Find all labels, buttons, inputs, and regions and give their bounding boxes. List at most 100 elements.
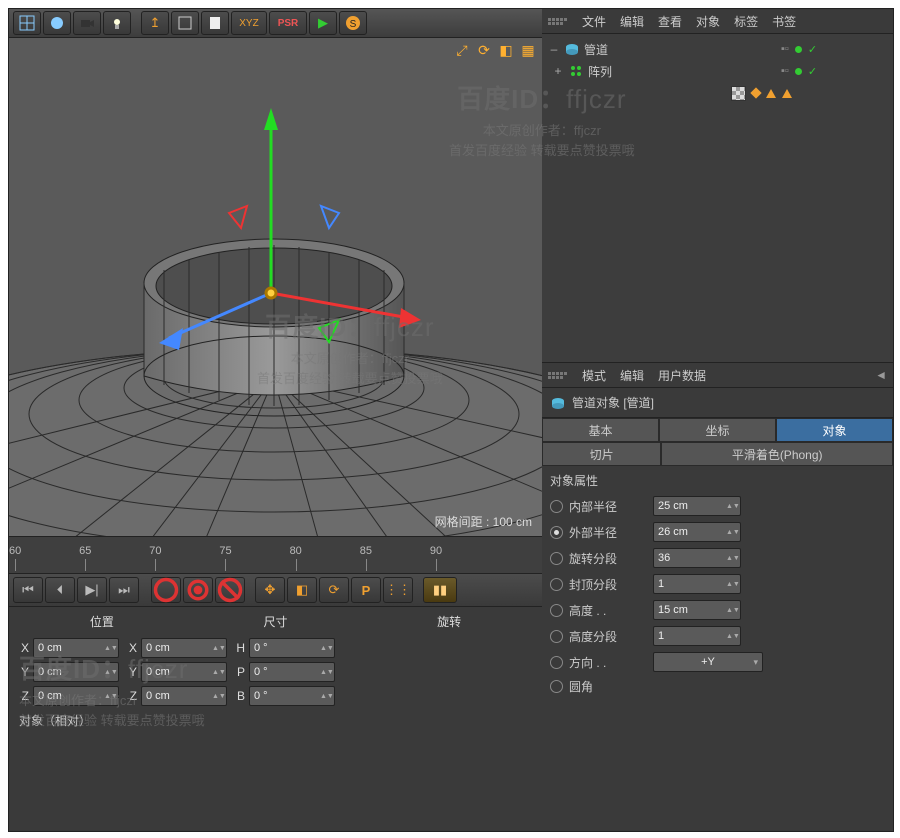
loop-button[interactable]: ⟳ (319, 577, 349, 603)
am-nav-back-icon[interactable]: ◄ (875, 368, 887, 382)
toolbar-camera-icon[interactable] (73, 11, 101, 35)
pos-z-input[interactable]: 0 cm▲▼ (33, 686, 119, 706)
attr-anim-radio[interactable] (550, 552, 563, 565)
warning-tag-icon[interactable] (766, 89, 776, 98)
playback-toolbar: ⏮ ⏴ ▶| ⏭ ✥ ◧ ⟳ P ⋮⋮ ▮▮ (9, 573, 542, 606)
coordinates-panel: 位置 尺寸 旋转 X 0 cm▲▼ X 0 cm▲▼ H 0 °▲▼ Y 0 c… (9, 606, 542, 831)
rot-h-input[interactable]: 0 °▲▼ (249, 638, 335, 658)
attr-anim-radio[interactable] (550, 630, 563, 643)
coord-mode-label[interactable]: 对象（相对） (11, 708, 540, 733)
tab-slice[interactable]: 切片 (542, 442, 661, 466)
rot-b-input[interactable]: 0 °▲▼ (249, 686, 335, 706)
height-segments-input[interactable]: 1▲▼ (653, 626, 741, 646)
keyframe-button[interactable] (183, 577, 213, 603)
am-menu-mode[interactable]: 模式 (582, 367, 606, 384)
go-start-button[interactable]: ⏮ (13, 577, 43, 603)
texture-tag-icon[interactable] (731, 86, 746, 101)
toolbar-play-icon[interactable]: ▶ (309, 11, 337, 35)
attribute-tabs: 基本 坐标 对象 切片 平滑着色(Phong) (542, 417, 893, 466)
attr-anim-radio[interactable] (550, 526, 563, 539)
move-tool-button[interactable]: ✥ (255, 577, 285, 603)
rot-p-input[interactable]: 0 °▲▼ (249, 662, 335, 682)
timeline-ruler[interactable]: 60 65 70 75 80 85 90 (9, 536, 542, 573)
viewport-3d[interactable]: ⤢ ⟳ ◧ ▦ (9, 38, 542, 536)
toolbar-view-icon[interactable] (171, 11, 199, 35)
scene-render (9, 38, 542, 536)
p-button[interactable]: P (351, 577, 381, 603)
toolbar-psr-icon[interactable]: PSR (269, 11, 307, 35)
panel-grip-icon[interactable] (548, 372, 568, 379)
am-menu-edit[interactable]: 编辑 (620, 367, 644, 384)
om-menu-object[interactable]: 对象 (696, 13, 720, 30)
svg-text:S: S (350, 19, 357, 30)
visibility-dot-icon[interactable] (795, 68, 802, 75)
tab-coord[interactable]: 坐标 (659, 418, 776, 442)
scale-tool-button[interactable]: ◧ (287, 577, 317, 603)
outer-radius-input[interactable]: 26 cm▲▼ (653, 522, 741, 542)
toolbar-maxon-icon[interactable]: S (339, 11, 367, 35)
attr-rot-segments: 旋转分段 36▲▼ (542, 545, 893, 571)
toolbar-axis-icon[interactable]: XYZ (231, 11, 267, 35)
orientation-select[interactable]: +Y (653, 652, 763, 672)
viewport-nav4-icon[interactable]: ▦ (520, 42, 536, 58)
cap-segments-input[interactable]: 1▲▼ (653, 574, 741, 594)
warning-tag-icon[interactable] (782, 89, 792, 98)
pos-x-input[interactable]: 0 cm▲▼ (33, 638, 119, 658)
size-z-input[interactable]: 0 cm▲▼ (141, 686, 227, 706)
attr-height: 高度 . . 15 cm▲▼ (542, 597, 893, 623)
attr-anim-radio[interactable] (550, 500, 563, 513)
expand-icon[interactable]: – (548, 42, 560, 56)
viewport-nav3-icon[interactable]: ◧ (498, 42, 514, 58)
am-menu-user[interactable]: 用户数据 (658, 367, 706, 384)
om-menu-bookmark[interactable]: 书签 (772, 13, 796, 30)
toolbar-light-icon[interactable] (103, 11, 131, 35)
toolbar-arrow-icon[interactable]: ↥ (141, 11, 169, 35)
attr-fillet: 圆角 (542, 675, 893, 698)
tree-row-tube[interactable]: – 管道 ▪▫ ✓ (544, 38, 891, 60)
tab-object[interactable]: 对象 (776, 418, 893, 442)
tree-row-tags[interactable] (544, 82, 891, 104)
autokey-button[interactable] (215, 577, 245, 603)
tube-icon (550, 395, 566, 411)
object-tree[interactable]: – 管道 ▪▫ ✓ + 阵列 ▪▫ (542, 34, 893, 363)
next-key-button[interactable]: ⏭ (109, 577, 139, 603)
tab-phong[interactable]: 平滑着色(Phong) (661, 442, 893, 466)
toolbar-page-icon[interactable] (201, 11, 229, 35)
film-button[interactable]: ▮▮ (423, 577, 457, 603)
tree-row-array[interactable]: + 阵列 ▪▫ ✓ (544, 60, 891, 82)
viewport-nav1-icon[interactable]: ⤢ (454, 42, 470, 58)
attr-anim-radio[interactable] (550, 604, 563, 617)
om-menu-edit[interactable]: 编辑 (620, 13, 644, 30)
height-input[interactable]: 15 cm▲▼ (653, 600, 741, 620)
attr-anim-radio[interactable] (550, 656, 563, 669)
phong-tag-icon[interactable] (750, 87, 761, 98)
pos-y-input[interactable]: 0 cm▲▼ (33, 662, 119, 682)
om-menu-tags[interactable]: 标签 (734, 13, 758, 30)
attr-anim-radio[interactable] (550, 578, 563, 591)
attr-anim-radio[interactable] (550, 680, 563, 693)
size-x-input[interactable]: 0 cm▲▼ (141, 638, 227, 658)
object-manager-menubar: 文件 编辑 查看 对象 标签 书签 (542, 9, 893, 34)
snap-button[interactable]: ⋮⋮ (383, 577, 413, 603)
tube-icon (564, 41, 580, 57)
size-y-input[interactable]: 0 cm▲▼ (141, 662, 227, 682)
visibility-dot-icon[interactable] (795, 46, 802, 53)
attribute-manager-menubar: 模式 编辑 用户数据 ◄ (542, 363, 893, 388)
toolbar-sphere-icon[interactable] (43, 11, 71, 35)
attr-section-label: 对象属性 (542, 466, 893, 493)
expand-icon[interactable]: + (552, 64, 564, 78)
toolbar-grid-icon[interactable] (13, 11, 41, 35)
coord-header-rotation: 旋转 (362, 613, 536, 630)
panel-grip-icon[interactable] (548, 18, 568, 25)
om-menu-view[interactable]: 查看 (658, 13, 682, 30)
tree-label: 管道 (584, 41, 608, 58)
rot-segments-input[interactable]: 36▲▼ (653, 548, 741, 568)
viewport-nav2-icon[interactable]: ⟳ (476, 42, 492, 58)
record-button[interactable] (151, 577, 181, 603)
om-menu-file[interactable]: 文件 (582, 13, 606, 30)
play-rev-button[interactable]: ▶| (77, 577, 107, 603)
tab-basic[interactable]: 基本 (542, 418, 659, 442)
inner-radius-input[interactable]: 25 cm▲▼ (653, 496, 741, 516)
attr-inner-radius: 内部半径 25 cm▲▼ (542, 493, 893, 519)
step-back-button[interactable]: ⏴ (45, 577, 75, 603)
